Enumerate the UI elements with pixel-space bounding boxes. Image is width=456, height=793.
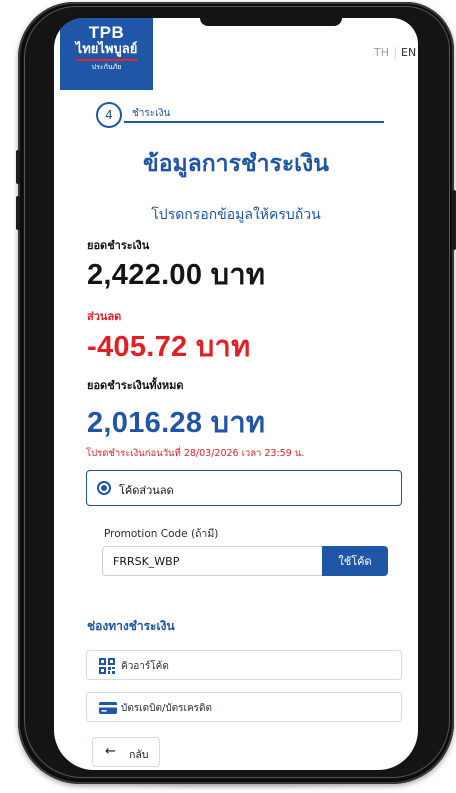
promo-code-radio[interactable] xyxy=(97,481,111,495)
arrow-left-icon: ← xyxy=(105,744,116,759)
step-indicator: 4 xyxy=(96,102,122,128)
payment-channel-qr-label: คิวอาร์โค้ด xyxy=(121,661,169,672)
device-mockup: TPB ไทยไพบูลย์ ประกันภัย TH EN 4 ชำระเงิ… xyxy=(0,0,456,793)
payment-due-note: โปรดชำระเงินก่อนวันที่ 28/03/2026 เวลา 2… xyxy=(86,448,305,459)
promo-code-input[interactable]: FRRSK_WBP xyxy=(102,546,322,576)
total-amount-label: ยอดชำระเงินทั้งหมด xyxy=(87,379,184,392)
logo-name-text: ไทยไพบูลย์ xyxy=(75,42,138,57)
phone-notch xyxy=(200,18,342,26)
promo-code-option[interactable]: โค้ดส่วนลด xyxy=(86,470,402,506)
language-th-link[interactable]: TH xyxy=(374,46,389,59)
phone-screen: TPB ไทยไพบูลย์ ประกันภัย TH EN 4 ชำระเงิ… xyxy=(54,18,418,770)
qr-code-icon xyxy=(99,658,115,674)
language-en-link[interactable]: EN xyxy=(401,46,416,59)
payment-channel-qr[interactable]: คิวอาร์โค้ด xyxy=(86,650,402,680)
page-title: ข้อมูลการชำระเงิน xyxy=(142,151,330,177)
logo-sub-text: ประกันภัย xyxy=(91,63,122,71)
language-divider xyxy=(395,47,396,59)
back-button[interactable]: ← กลับ xyxy=(92,737,160,767)
step-progress-line xyxy=(124,121,384,123)
payment-channel-title: ช่องทางชำระเงิน xyxy=(87,619,175,633)
volume-down-button xyxy=(16,196,20,230)
apply-code-button[interactable]: ใช้โค้ด xyxy=(322,546,388,576)
logo-underline xyxy=(75,59,138,61)
power-button xyxy=(452,190,456,250)
discount-value: -405.72 บาท xyxy=(87,331,251,363)
payment-channel-card[interactable]: บัตรเดบิต/บัตรเครดิต xyxy=(86,692,402,722)
total-amount-value: 2,016.28 บาท xyxy=(87,407,266,439)
tpb-logo[interactable]: TPB ไทยไพบูลย์ ประกันภัย xyxy=(60,18,153,90)
payment-amount-value: 2,422.00 บาท xyxy=(87,259,266,291)
promo-code-option-label: โค้ดส่วนลด xyxy=(119,484,174,497)
page-subtitle: โปรดกรอกข้อมูลให้ครบถ้วน xyxy=(151,207,321,223)
logo-top-text: TPB xyxy=(88,23,125,42)
promo-code-field-label: Promotion Code (ถ้ามี) xyxy=(104,528,219,540)
credit-card-icon xyxy=(99,702,117,714)
volume-up-button xyxy=(16,150,20,184)
payment-channel-card-label: บัตรเดบิต/บัตรเครดิต xyxy=(121,703,213,714)
back-button-label: กลับ xyxy=(129,749,149,761)
step-label: ชำระเงิน xyxy=(132,108,171,119)
